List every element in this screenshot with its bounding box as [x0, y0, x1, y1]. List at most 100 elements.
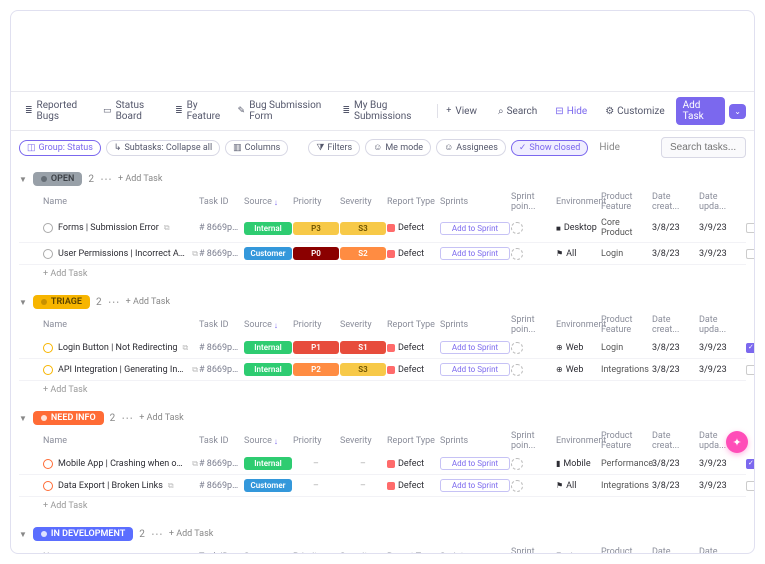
add-task-row[interactable]: + Add Task	[19, 265, 746, 283]
add-task-row[interactable]: + Add Task	[19, 381, 746, 399]
col-3[interactable]: Priority	[293, 552, 339, 554]
sprint-points-empty[interactable]	[511, 458, 523, 470]
status-circle-icon[interactable]	[43, 343, 53, 353]
search-input[interactable]	[661, 137, 746, 158]
task-search[interactable]	[661, 137, 746, 158]
col-4[interactable]: Severity	[340, 436, 386, 446]
group-add-task[interactable]: + Add Task	[139, 413, 183, 423]
col-1[interactable]: Task ID	[199, 436, 243, 446]
filterbar-hide[interactable]: Hide	[593, 142, 626, 153]
show-closed-button[interactable]: ✓Show closed	[511, 140, 589, 156]
copy-icon[interactable]: ⧉	[168, 481, 174, 491]
hide-button[interactable]: ⊟Hide	[548, 103, 594, 120]
col-9[interactable]: Product Feature	[601, 431, 651, 451]
col-8[interactable]: Environment	[556, 320, 600, 330]
group-filter[interactable]: ◫Group: Status	[19, 140, 101, 156]
col-1[interactable]: Task ID	[199, 197, 243, 207]
col-9[interactable]: Product Feature	[601, 315, 651, 335]
task-name[interactable]: User Permissions | Incorrect Access	[58, 249, 187, 259]
sprint-points-empty[interactable]	[511, 364, 523, 376]
status-circle-icon[interactable]	[43, 365, 53, 375]
col-6[interactable]: Sprints	[440, 320, 510, 330]
add-task-dropdown[interactable]: ⌄	[729, 104, 746, 119]
row-checkbox[interactable]	[746, 343, 755, 353]
group-menu[interactable]: ⋯	[151, 528, 163, 540]
add-to-sprint[interactable]: Add to Sprint	[440, 341, 510, 354]
collapse-toggle[interactable]: ▼	[19, 414, 27, 423]
col-7[interactable]: Sprint poin...	[511, 431, 555, 451]
col-5[interactable]: Report Type	[387, 197, 439, 207]
task-row[interactable]: Mobile App | Crashing when opened⧉ # 866…	[19, 453, 746, 475]
view-tab-2[interactable]: ≣By Feature	[169, 96, 230, 126]
group-add-task[interactable]: + Add Task	[169, 529, 213, 539]
task-row[interactable]: API Integration | Generating Incorrect .…	[19, 359, 746, 381]
col-3[interactable]: Priority	[293, 320, 339, 330]
row-checkbox[interactable]	[746, 223, 755, 233]
task-name[interactable]: Data Export | Broken Links	[58, 481, 163, 491]
task-row[interactable]: Forms | Submission Error⧉ # 8669pu... In…	[19, 214, 746, 243]
col-3[interactable]: Priority	[293, 436, 339, 446]
collapse-toggle[interactable]: ▼	[19, 530, 27, 539]
col-source[interactable]: Source↓	[244, 436, 292, 446]
task-name[interactable]: API Integration | Generating Incorrect .…	[58, 365, 187, 375]
row-checkbox[interactable]	[746, 481, 755, 491]
collapse-toggle[interactable]: ▼	[19, 175, 27, 184]
task-row[interactable]: User Permissions | Incorrect Access⧉ # 8…	[19, 243, 746, 265]
col-3[interactable]: Priority	[293, 197, 339, 207]
group-menu[interactable]: ⋯	[108, 296, 120, 308]
add-to-sprint[interactable]: Add to Sprint	[440, 247, 510, 260]
col-8[interactable]: Environment	[556, 552, 600, 554]
status-circle-icon[interactable]	[43, 459, 53, 469]
task-name[interactable]: Mobile App | Crashing when opened	[58, 459, 187, 469]
col-1[interactable]: Task ID	[199, 320, 243, 330]
col-8[interactable]: Environment	[556, 197, 600, 207]
status-circle-icon[interactable]	[43, 481, 53, 491]
col-6[interactable]: Sprints	[440, 552, 510, 554]
col-6[interactable]: Sprints	[440, 436, 510, 446]
collapse-toggle[interactable]: ▼	[19, 298, 27, 307]
col-11[interactable]: Date upda...	[699, 315, 745, 335]
add-task-button[interactable]: Add Task	[676, 97, 726, 125]
sprint-points-empty[interactable]	[511, 222, 523, 234]
copy-icon[interactable]: ⧉	[192, 459, 198, 469]
view-tab-5[interactable]: +View	[440, 102, 483, 121]
col-11[interactable]: Date upda...	[699, 547, 745, 554]
col-9[interactable]: Product Feature	[601, 547, 651, 554]
subtasks-filter[interactable]: ↳Subtasks: Collapse all	[106, 140, 220, 156]
col-4[interactable]: Severity	[340, 197, 386, 207]
col-8[interactable]: Environment	[556, 436, 600, 446]
col-source[interactable]: Source↓	[244, 197, 292, 207]
status-pill[interactable]: IN DEVELOPMENT	[33, 527, 133, 541]
col-4[interactable]: Severity	[340, 552, 386, 554]
columns-filter[interactable]: ▥Columns	[225, 140, 288, 156]
search-button[interactable]: ⌕Search	[491, 103, 544, 120]
col-source[interactable]: Source↓	[244, 552, 292, 554]
status-circle-icon[interactable]	[43, 249, 53, 259]
col-10[interactable]: Date creat...	[652, 192, 698, 212]
group-add-task[interactable]: + Add Task	[118, 174, 162, 184]
sprint-points-empty[interactable]	[511, 248, 523, 260]
col-1[interactable]: Task ID	[199, 552, 243, 554]
col-11[interactable]: Date upda...	[699, 192, 745, 212]
assignees-button[interactable]: ☺Assignees	[436, 139, 506, 156]
col-0[interactable]: Name	[43, 320, 198, 330]
task-row[interactable]: Login Button | Not Redirecting⧉ # 8669pu…	[19, 337, 746, 359]
group-add-task[interactable]: + Add Task	[126, 297, 170, 307]
status-pill[interactable]: NEED INFO	[33, 411, 104, 425]
view-tab-0[interactable]: ≣Reported Bugs	[19, 96, 95, 126]
status-pill[interactable]: OPEN	[33, 172, 82, 186]
view-tab-4[interactable]: ≣My Bug Submissions	[336, 96, 435, 126]
add-task-row[interactable]: + Add Task	[19, 497, 746, 515]
customize-button[interactable]: ⚙Customize	[598, 103, 671, 120]
add-to-sprint[interactable]: Add to Sprint	[440, 363, 510, 376]
add-to-sprint[interactable]: Add to Sprint	[440, 479, 510, 492]
add-to-sprint[interactable]: Add to Sprint	[440, 222, 510, 235]
col-4[interactable]: Severity	[340, 320, 386, 330]
me-mode-button[interactable]: ☺Me mode	[365, 139, 431, 156]
col-5[interactable]: Report Type	[387, 320, 439, 330]
col-0[interactable]: Name	[43, 197, 198, 207]
col-10[interactable]: Date creat...	[652, 315, 698, 335]
col-9[interactable]: Product Feature	[601, 192, 651, 212]
row-checkbox[interactable]	[746, 365, 755, 375]
status-pill[interactable]: TRIAGE	[33, 295, 90, 309]
